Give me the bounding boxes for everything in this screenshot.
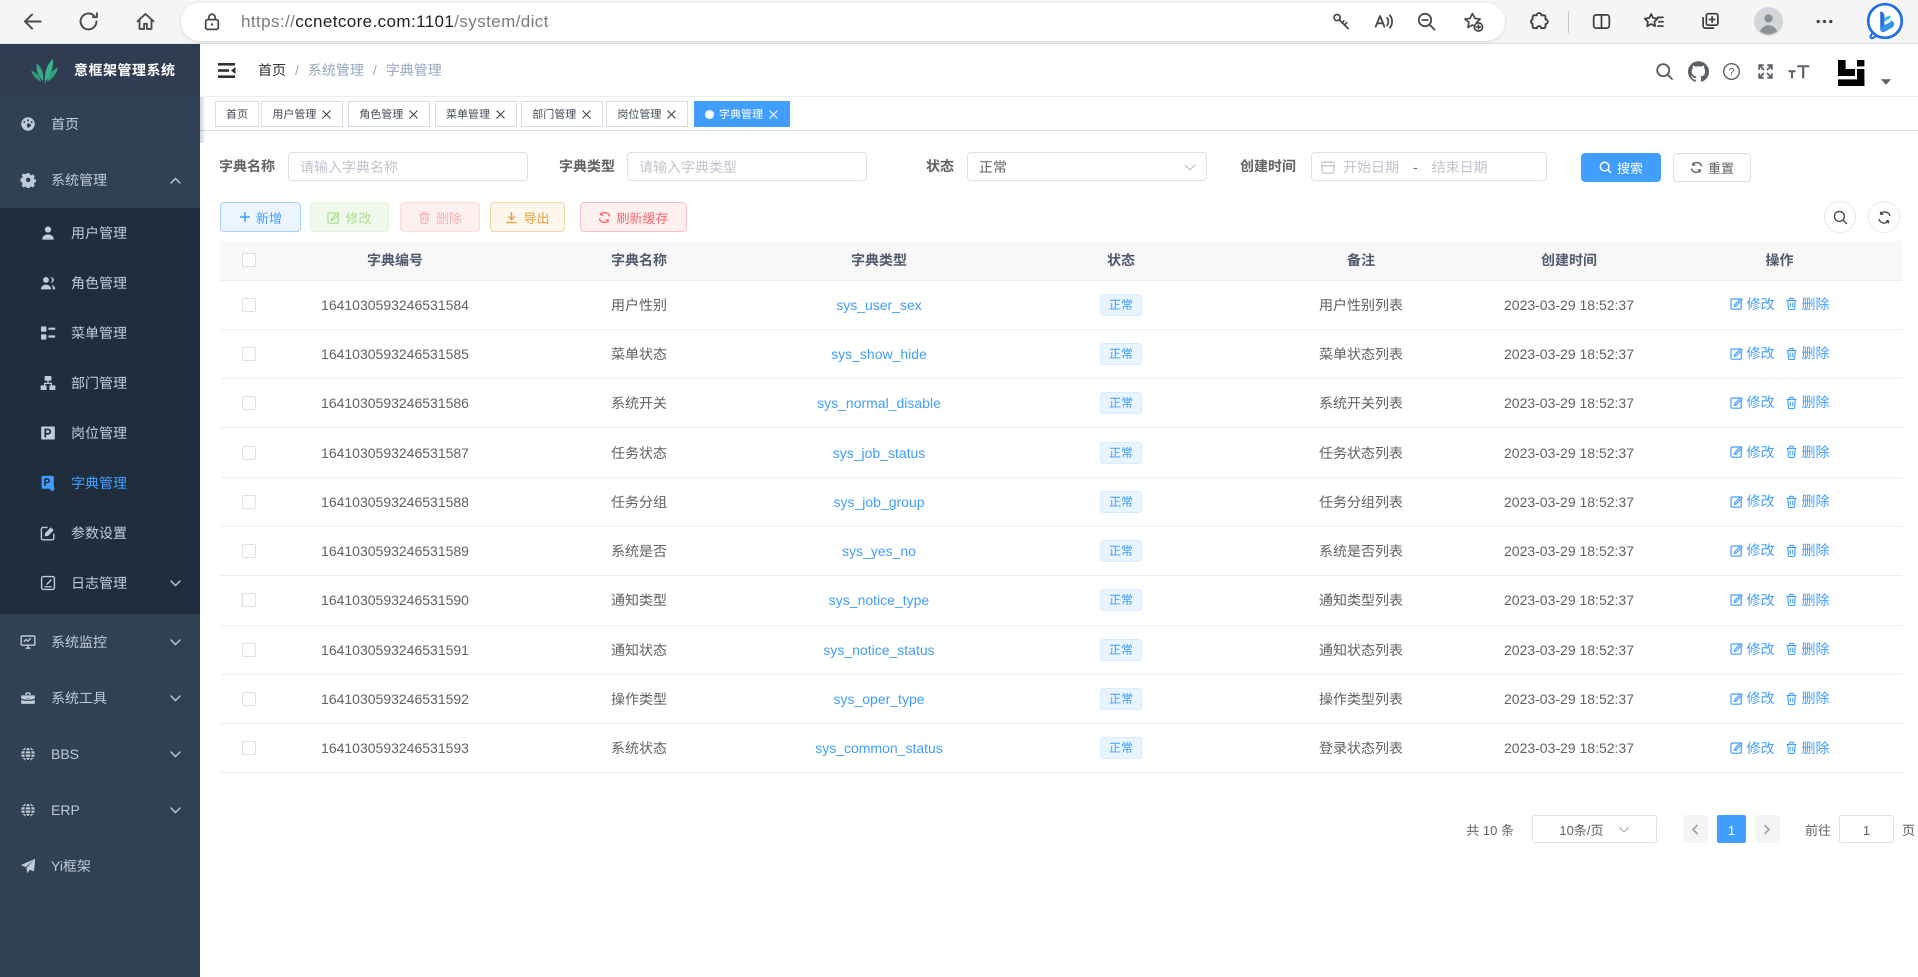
svg-text:?: ? <box>1728 67 1734 79</box>
